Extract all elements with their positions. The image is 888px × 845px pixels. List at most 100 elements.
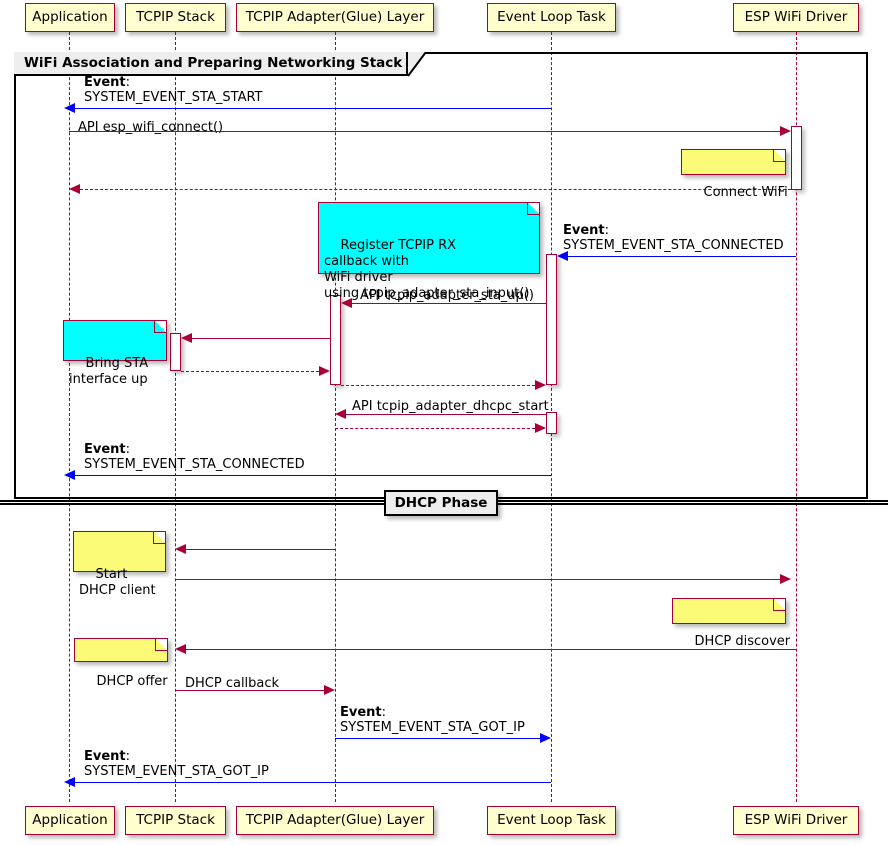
- message-label-text: SYSTEM_EVENT_STA_GOT_IP: [84, 764, 269, 779]
- message-label-text: SYSTEM_EVENT_STA_GOT_IP: [340, 720, 525, 735]
- message-line-m2: [69, 131, 780, 132]
- message-line-m15: [175, 690, 324, 691]
- participant-footer-application[interactable]: Application: [25, 806, 115, 835]
- message-arrowhead-m10: [535, 423, 546, 433]
- participant-header-tcpip-adapter[interactable]: TCPIP Adapter(Glue) Layer: [236, 3, 434, 32]
- message-arrowhead-m3: [69, 184, 80, 194]
- note-fold-icon: [153, 532, 165, 544]
- message-line-m14: [186, 649, 796, 650]
- message-line-m7: [181, 371, 319, 372]
- note-fold-icon: [773, 150, 785, 162]
- message-line-m9: [346, 414, 546, 415]
- participant-footer-event-loop[interactable]: Event Loop Task: [487, 806, 616, 835]
- message-line-m5: [352, 303, 546, 304]
- message-line-m10: [335, 428, 535, 429]
- participant-header-application[interactable]: Application: [25, 3, 115, 32]
- message-label-m1: Event: SYSTEM_EVENT_STA_START: [84, 75, 263, 105]
- message-label-m5: API tcpip_adapter_sta_up(): [360, 288, 534, 303]
- message-arrowhead-m14: [175, 644, 186, 654]
- message-arrowhead-m7: [319, 366, 330, 376]
- message-label-bold: Event: [340, 705, 382, 720]
- note-text: DHCP offer: [96, 674, 168, 689]
- message-label-text: SYSTEM_EVENT_STA_START: [84, 90, 263, 105]
- message-arrowhead-m5: [341, 298, 352, 308]
- message-line-m6: [192, 338, 330, 339]
- note-bring-sta-interface-up: Bring STA interface up: [63, 320, 167, 387]
- message-label-text: API tcpip_adapter_dhcpc_start: [352, 399, 549, 414]
- participant-label: TCPIP Adapter(Glue) Layer: [245, 811, 425, 828]
- message-label-m11: Event: SYSTEM_EVENT_STA_CONNECTED: [84, 442, 305, 472]
- divider-line-left: [0, 500, 386, 505]
- participant-label: TCPIP Adapter(Glue) Layer: [245, 8, 425, 25]
- message-line-m4: [568, 256, 796, 257]
- participant-footer-wifi-driver[interactable]: ESP WiFi Driver: [733, 806, 859, 835]
- message-arrowhead-m11: [64, 470, 75, 480]
- note-dhcp-discover: DHCP discover: [672, 598, 790, 649]
- sequence-diagram: Application TCPIP Stack TCPIP Adapter(Gl…: [0, 0, 888, 845]
- message-label-m17: Event: SYSTEM_EVENT_STA_GOT_IP: [84, 749, 269, 779]
- message-arrowhead-m6: [181, 333, 192, 343]
- message-arrowhead-m9: [335, 409, 346, 419]
- message-arrowhead-m4: [557, 251, 568, 261]
- note-fold-icon: [155, 639, 167, 651]
- participant-label: Application: [32, 811, 108, 828]
- message-label-m9: API tcpip_adapter_dhcpc_start: [352, 399, 549, 414]
- divider-label-dhcp-phase: DHCP Phase: [384, 490, 498, 516]
- message-line-m8: [341, 385, 535, 386]
- message-label-m4: Event: SYSTEM_EVENT_STA_CONNECTED: [563, 223, 784, 253]
- note-text: DHCP discover: [694, 634, 791, 649]
- message-line-m16: [335, 738, 540, 739]
- group-frame-title: WiFi Association and Preparing Networkin…: [24, 55, 403, 71]
- message-label-m16: Event: SYSTEM_EVENT_STA_GOT_IP: [340, 705, 525, 735]
- message-arrowhead-m15: [324, 685, 335, 695]
- message-label-text: API tcpip_adapter_sta_up(): [360, 288, 534, 303]
- message-line-m13: [175, 579, 780, 580]
- message-arrowhead-m8: [535, 380, 546, 390]
- participant-header-tcpip-stack[interactable]: TCPIP Stack: [125, 3, 226, 32]
- message-arrowhead-m1: [64, 103, 75, 113]
- participant-label: Event Loop Task: [497, 811, 606, 828]
- activation-event-loop-dhcpc: [546, 412, 557, 434]
- participant-label: Event Loop Task: [497, 8, 606, 25]
- message-label-text: SYSTEM_EVENT_STA_CONNECTED: [84, 457, 305, 472]
- participant-label: TCPIP Stack: [136, 811, 215, 828]
- message-line-m12: [186, 549, 335, 550]
- message-arrowhead-m17: [64, 777, 75, 787]
- note-fold-icon: [773, 599, 785, 611]
- note-fold-icon: [154, 321, 166, 333]
- note-text: Start DHCP client: [79, 567, 156, 598]
- participant-footer-tcpip-stack[interactable]: TCPIP Stack: [125, 806, 226, 835]
- divider-line-right: [496, 500, 888, 505]
- participant-label: TCPIP Stack: [136, 8, 215, 25]
- note-text: Bring STA interface up: [69, 356, 149, 387]
- frame-tab-corner-icon: [408, 52, 426, 77]
- message-label-m15: DHCP callback: [185, 676, 279, 691]
- note-dhcp-offer: DHCP offer: [74, 638, 168, 689]
- message-label-bold: Event: [84, 75, 126, 90]
- activation-wifi-driver-connect: [791, 126, 802, 190]
- message-arrowhead-m16: [540, 733, 551, 743]
- note-text: Connect WiFi: [703, 185, 788, 200]
- message-label-text: DHCP callback: [185, 676, 280, 691]
- participant-header-wifi-driver[interactable]: ESP WiFi Driver: [733, 3, 859, 32]
- message-line-m1: [75, 108, 551, 109]
- note-fold-icon: [527, 203, 539, 215]
- note-register-tcpip-rx: Register TCPIP RX callback with WiFi dri…: [318, 202, 540, 301]
- message-label-m2: API esp_wifi_connect(): [78, 120, 223, 135]
- message-arrowhead-m13: [780, 574, 791, 584]
- message-arrowhead-m12: [175, 544, 186, 554]
- divider-text: DHCP Phase: [394, 495, 488, 511]
- note-start-dhcp-client: Start DHCP client: [73, 531, 166, 598]
- group-frame-label: WiFi Association and Preparing Networkin…: [14, 52, 408, 76]
- message-arrowhead-m2: [780, 126, 791, 136]
- activation-tcpip-stack-if-up: [170, 333, 181, 371]
- participant-footer-tcpip-adapter[interactable]: TCPIP Adapter(Glue) Layer: [236, 806, 434, 835]
- message-label-bold: Event: [563, 223, 605, 238]
- message-label-bold: Event: [84, 442, 126, 457]
- message-label-bold: Event: [84, 749, 126, 764]
- participant-header-event-loop[interactable]: Event Loop Task: [487, 3, 616, 32]
- activation-event-loop-connected: [546, 254, 557, 385]
- message-line-m17: [75, 782, 551, 783]
- note-connect-wifi: Connect WiFi: [681, 149, 788, 200]
- message-label-text: SYSTEM_EVENT_STA_CONNECTED: [563, 238, 784, 253]
